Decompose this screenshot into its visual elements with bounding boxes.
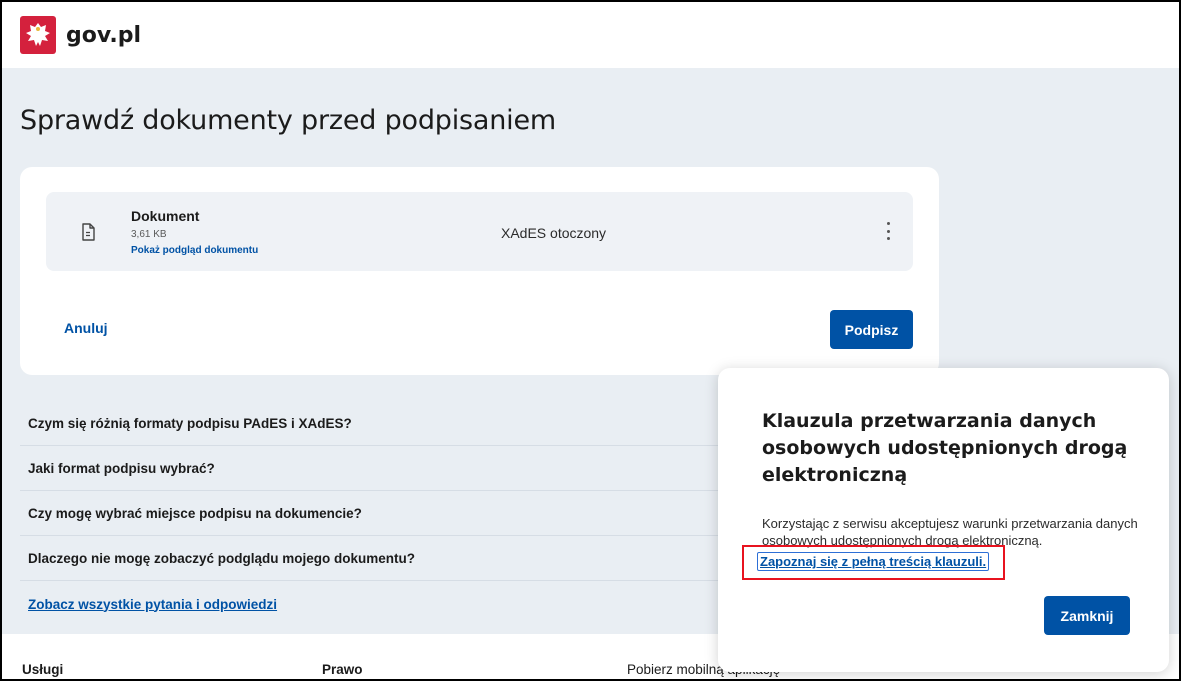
kebab-menu-icon[interactable]: [883, 219, 893, 243]
browser-viewport: gov.pl Sprawdź dokumenty przed podpisani…: [0, 0, 1181, 681]
site-header: gov.pl: [2, 2, 1179, 68]
document-icon: [82, 223, 95, 241]
close-button[interactable]: Zamknij: [1044, 596, 1130, 635]
document-card: Dokument 3,61 KB Pokaż podgląd dokumentu…: [20, 167, 939, 375]
sign-button[interactable]: Podpisz: [830, 310, 913, 349]
footer-services[interactable]: Usługi: [22, 662, 63, 677]
page-title: Sprawdź dokumenty przed podpisaniem: [20, 105, 556, 136]
document-size: 3,61 KB: [131, 229, 167, 240]
dialog-title: Klauzula przetwarzania danych osobowych …: [762, 410, 1128, 486]
document-row: Dokument 3,61 KB Pokaż podgląd dokumentu…: [46, 192, 913, 271]
dialog-text: Korzystając z serwisu akceptujesz warunk…: [762, 516, 1138, 548]
preview-document-link[interactable]: Pokaż podgląd dokumentu: [131, 245, 258, 256]
footer-law[interactable]: Prawo: [322, 662, 363, 677]
polish-eagle-icon[interactable]: [20, 16, 56, 54]
cancel-button[interactable]: Anuluj: [64, 320, 108, 336]
signature-format: XAdES otoczony: [501, 225, 607, 241]
brand-name[interactable]: gov.pl: [66, 23, 141, 48]
full-clause-link[interactable]: Zapoznaj się z pełną treścią klauzuli.: [757, 552, 990, 571]
document-name: Dokument: [131, 208, 200, 224]
